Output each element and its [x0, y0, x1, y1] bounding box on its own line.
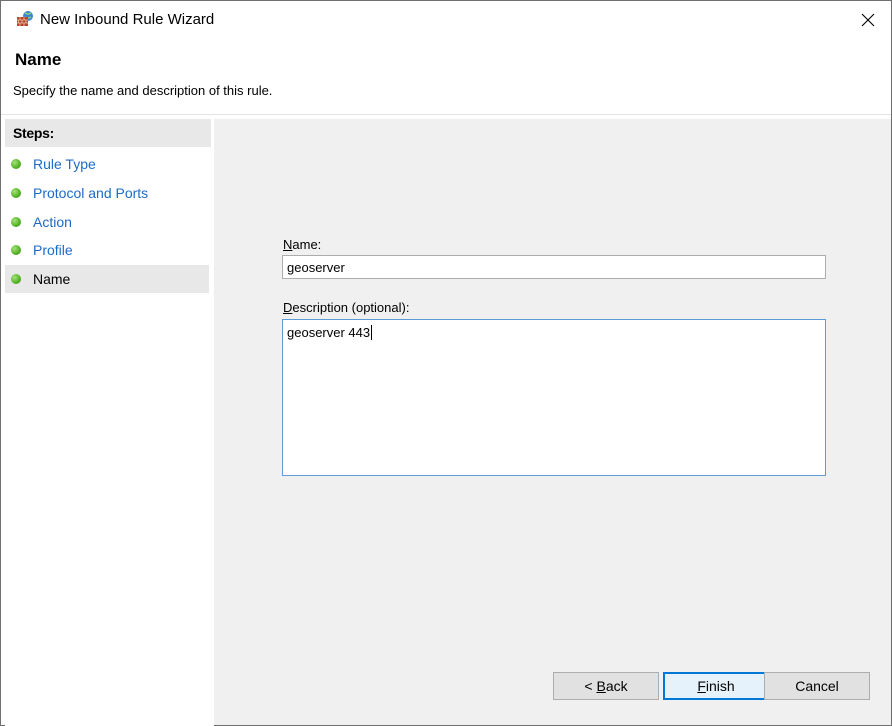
step-complete-icon [11, 245, 21, 255]
wizard-header: Name Specify the name and description of… [1, 39, 891, 115]
page-description: Specify the name and description of this… [13, 83, 273, 98]
window-title: New Inbound Rule Wizard [40, 11, 215, 28]
step-label: Action [33, 214, 72, 230]
step-label: Rule Type [33, 156, 96, 172]
step-profile[interactable]: Profile [5, 236, 209, 264]
close-icon [861, 13, 875, 27]
close-button[interactable] [845, 1, 891, 39]
step-current-icon [11, 274, 21, 284]
description-input[interactable]: geoserver 443 [282, 319, 826, 476]
step-label: Name [33, 271, 71, 287]
step-protocol-and-ports[interactable]: Protocol and Ports [5, 179, 209, 207]
page-title: Name [15, 50, 62, 69]
wizard-window: New Inbound Rule Wizard Name Specify the… [0, 0, 892, 726]
step-rule-type[interactable]: Rule Type [5, 150, 209, 178]
steps-title: Steps: [5, 119, 211, 147]
name-label: Name: [283, 237, 322, 252]
step-action[interactable]: Action [5, 208, 209, 236]
name-input[interactable]: geoserver [282, 255, 826, 279]
description-label: Description (optional): [283, 300, 410, 315]
firewall-icon [16, 10, 34, 28]
steps-pane: Steps: Rule Type Protocol and Ports Acti… [5, 119, 211, 726]
content-pane: Name: geoserver Description (optional): … [214, 119, 891, 725]
step-complete-icon [11, 159, 21, 169]
cancel-button[interactable]: Cancel [764, 672, 870, 700]
step-label: Profile [33, 242, 73, 258]
step-name[interactable]: Name [5, 265, 209, 293]
step-label: Protocol and Ports [33, 185, 149, 201]
step-complete-icon [11, 188, 21, 198]
title-bar: New Inbound Rule Wizard [1, 1, 891, 39]
finish-button[interactable]: Finish [663, 672, 769, 700]
back-button[interactable]: < Back [553, 672, 659, 700]
text-caret [371, 325, 373, 340]
step-complete-icon [11, 217, 21, 227]
